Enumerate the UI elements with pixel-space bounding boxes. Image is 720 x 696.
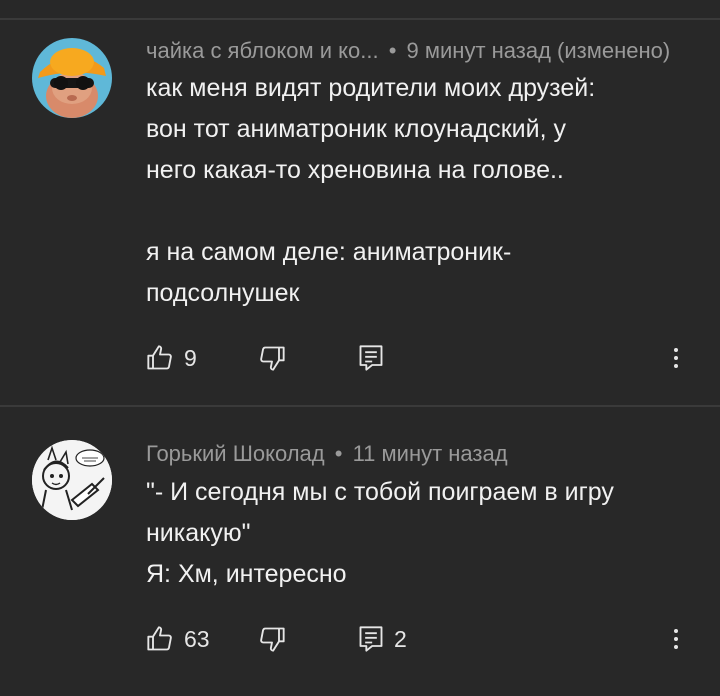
meta-separator: • xyxy=(334,441,343,466)
comment-text: как меня видят родители моих друзей: вон… xyxy=(146,68,696,314)
more-vertical-icon xyxy=(674,629,678,633)
thumbs-down-icon xyxy=(260,346,285,371)
dislike-button[interactable] xyxy=(258,621,286,657)
avatar[interactable] xyxy=(32,440,112,520)
avatar[interactable] xyxy=(32,38,112,118)
meta-separator: • xyxy=(388,38,397,63)
dislike-button[interactable] xyxy=(258,340,286,376)
author-name[interactable]: чайка с яблоком и ко... xyxy=(146,38,379,63)
reply-count: 2 xyxy=(394,625,407,652)
reply-button[interactable]: 2 xyxy=(358,621,407,657)
more-options-button[interactable] xyxy=(666,621,686,657)
like-button[interactable]: 9 xyxy=(146,340,197,376)
comment-time[interactable]: 9 минут назад (изменено) xyxy=(407,38,671,63)
more-vertical-icon xyxy=(674,348,678,352)
sketch-character-avatar-icon xyxy=(32,440,112,520)
thumbs-down-icon xyxy=(260,627,285,652)
comment-paragraph: "- И сегодня мы с тобой поиграем в игру … xyxy=(146,478,614,588)
comment-paragraph: как меня видят родители моих друзей: вон… xyxy=(146,74,596,184)
thumbs-up-icon xyxy=(147,626,172,651)
comment-paragraph: я на самом деле: аниматроник- подсолнуше… xyxy=(146,238,512,307)
like-count: 63 xyxy=(184,625,210,652)
like-count: 9 xyxy=(184,344,197,371)
comment-actions: 63 2 xyxy=(146,621,706,657)
comment-actions: 9 xyxy=(146,340,706,376)
reply-icon xyxy=(359,345,383,371)
reply-icon xyxy=(359,626,383,652)
comment-divider xyxy=(0,405,720,407)
top-divider xyxy=(0,18,720,20)
comment-meta: Горький Шоколад • 11 минут назад xyxy=(146,441,706,467)
author-name[interactable]: Горький Шоколад xyxy=(146,441,325,466)
like-button[interactable]: 63 xyxy=(146,621,210,657)
thumbs-up-icon xyxy=(147,345,172,370)
comment-meta: чайка с яблоком и ко... • 9 минут назад … xyxy=(146,38,716,64)
more-options-button[interactable] xyxy=(666,340,686,376)
comment-time[interactable]: 11 минут назад xyxy=(353,441,508,466)
reply-button[interactable] xyxy=(358,340,384,376)
comment-text: "- И сегодня мы с тобой поиграем в игру … xyxy=(146,472,696,595)
orange-hat-cat-avatar-icon xyxy=(32,38,112,118)
